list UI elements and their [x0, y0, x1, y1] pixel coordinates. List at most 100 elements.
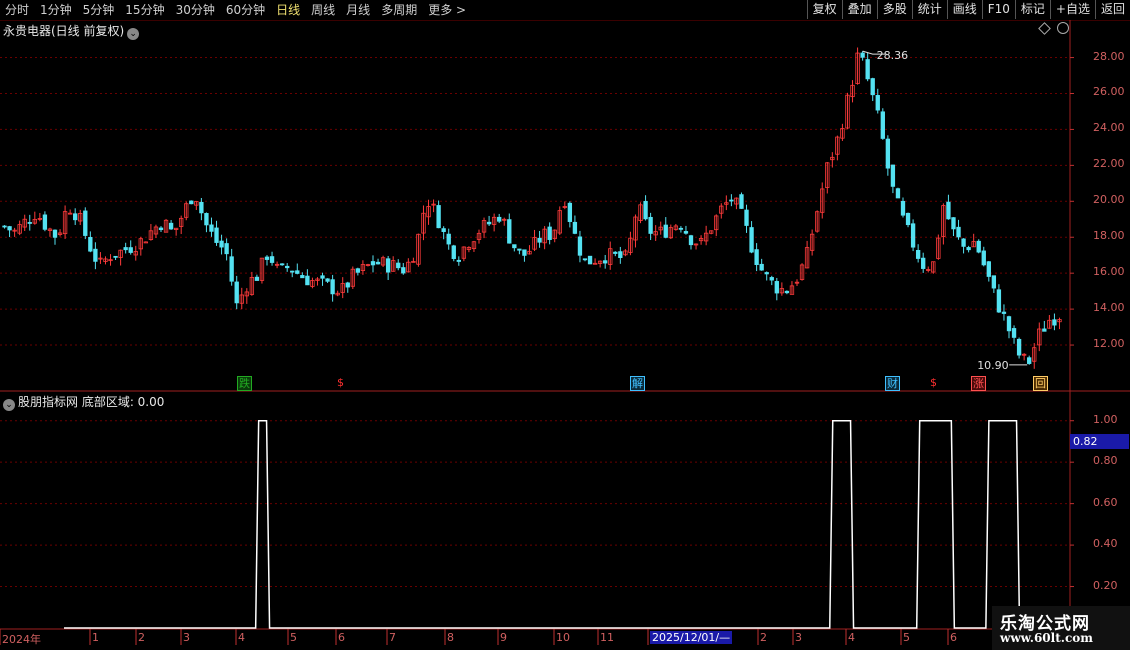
- candle-body: [547, 226, 552, 240]
- candle-body: [905, 212, 911, 226]
- indicator-tick-label: 1.00: [1093, 412, 1118, 426]
- candle-body: [643, 200, 648, 220]
- candle-body: [497, 216, 502, 222]
- circle-icon[interactable]: [1057, 22, 1069, 34]
- date-axis-label: 2025/12/01/—: [650, 631, 733, 644]
- candle-body: [1042, 328, 1047, 332]
- candle-body: [784, 290, 790, 294]
- event-marker[interactable]: $: [336, 376, 345, 389]
- candle-body: [921, 257, 926, 269]
- candle-body: [522, 249, 527, 256]
- candle-body: [27, 222, 32, 224]
- low-price-label: 10.90: [977, 359, 1009, 372]
- candle-body: [739, 194, 744, 209]
- candle-body: [224, 243, 229, 255]
- date-axis-label: 6: [950, 631, 957, 644]
- event-marker[interactable]: 解: [630, 376, 645, 391]
- candle-body: [290, 270, 295, 273]
- date-axis-label: 5: [290, 631, 297, 644]
- candle-body: [396, 262, 401, 269]
- high-price-label: 28.36: [877, 49, 909, 62]
- candle-body: [749, 227, 754, 253]
- price-tick-label: 22.00: [1093, 157, 1125, 171]
- candle-body: [915, 249, 921, 259]
- candle-body: [1011, 328, 1017, 338]
- candle-body: [345, 282, 350, 288]
- date-axis-label: 8: [447, 631, 454, 644]
- candle-body: [663, 224, 668, 238]
- candle-body: [769, 277, 774, 281]
- candle-body: [961, 238, 966, 247]
- date-axis-label: 9: [500, 631, 507, 644]
- candle-body: [870, 78, 875, 96]
- stock-chart[interactable]: 28.36 10.90: [0, 0, 1130, 650]
- candle-body: [946, 201, 951, 220]
- date-axis-label: 6: [338, 631, 345, 644]
- date-axis-label: 2024年: [2, 633, 41, 646]
- candle-body: [754, 249, 759, 265]
- date-axis-label: 11: [600, 631, 614, 644]
- candle-body: [305, 275, 310, 286]
- date-axis-label: 3: [795, 631, 802, 644]
- candle-body: [895, 188, 901, 199]
- candle-body: [875, 95, 880, 111]
- price-tick-label: 20.00: [1093, 193, 1125, 207]
- candle-body: [512, 244, 517, 249]
- price-tick-label: 28.00: [1093, 49, 1125, 63]
- event-marker[interactable]: 回: [1033, 376, 1048, 391]
- event-marker[interactable]: 涨: [971, 376, 986, 391]
- candle-body: [860, 52, 865, 58]
- chevron-down-icon[interactable]: ⌄: [127, 28, 140, 40]
- candle-body: [264, 256, 270, 260]
- candle-body: [320, 275, 325, 279]
- candle-body: [189, 200, 194, 205]
- candle-body: [966, 247, 971, 251]
- candle-body: [93, 248, 98, 262]
- indicator-tick-label: 0.40: [1093, 537, 1118, 551]
- candle-body: [214, 227, 219, 243]
- candle-body: [986, 261, 991, 277]
- candle-body: [890, 164, 896, 187]
- candle-body: [1016, 338, 1022, 356]
- price-tick-label: 24.00: [1093, 121, 1125, 135]
- candle-body: [603, 260, 608, 264]
- price-tick-label: 16.00: [1093, 265, 1125, 279]
- candle-body: [370, 261, 376, 266]
- candle-body: [441, 228, 446, 232]
- event-marker[interactable]: $: [929, 376, 938, 389]
- event-marker[interactable]: 跌: [237, 376, 252, 391]
- candle-body: [168, 222, 174, 230]
- date-axis-label: 4: [848, 631, 855, 644]
- candle-body: [900, 200, 906, 216]
- candle-body: [486, 221, 492, 225]
- candle-body: [577, 236, 583, 256]
- candle-body: [446, 233, 451, 245]
- candle-body: [537, 237, 542, 243]
- event-marker[interactable]: 财: [885, 376, 900, 391]
- candle-body: [325, 278, 330, 282]
- chevron-down-icon[interactable]: ⌄: [3, 399, 15, 411]
- candle-body: [981, 250, 986, 266]
- stock-title: 永贵电器(日线 前复权): [3, 24, 125, 38]
- candle-body: [683, 231, 689, 234]
- indicator-tick-label: 0.80: [1093, 454, 1118, 468]
- candle-body: [113, 255, 118, 258]
- candle-body: [567, 202, 573, 222]
- candle-body: [2, 225, 7, 228]
- candle-body: [991, 275, 997, 289]
- candle-body: [128, 247, 133, 253]
- indicator-tick-label: 0.60: [1093, 495, 1118, 509]
- candle-body: [73, 213, 78, 221]
- candle-body: [759, 263, 764, 271]
- candle-body: [456, 259, 461, 262]
- candle-body: [401, 267, 406, 274]
- candle-body: [269, 256, 275, 263]
- candle-body: [865, 59, 870, 80]
- candle-body: [229, 256, 234, 282]
- indicator-tick-label: 0.20: [1093, 578, 1118, 592]
- candle-body: [295, 270, 300, 274]
- candle-body: [1052, 319, 1057, 326]
- candle-body: [355, 268, 361, 273]
- candle-body: [88, 237, 93, 252]
- candle-body: [330, 279, 335, 295]
